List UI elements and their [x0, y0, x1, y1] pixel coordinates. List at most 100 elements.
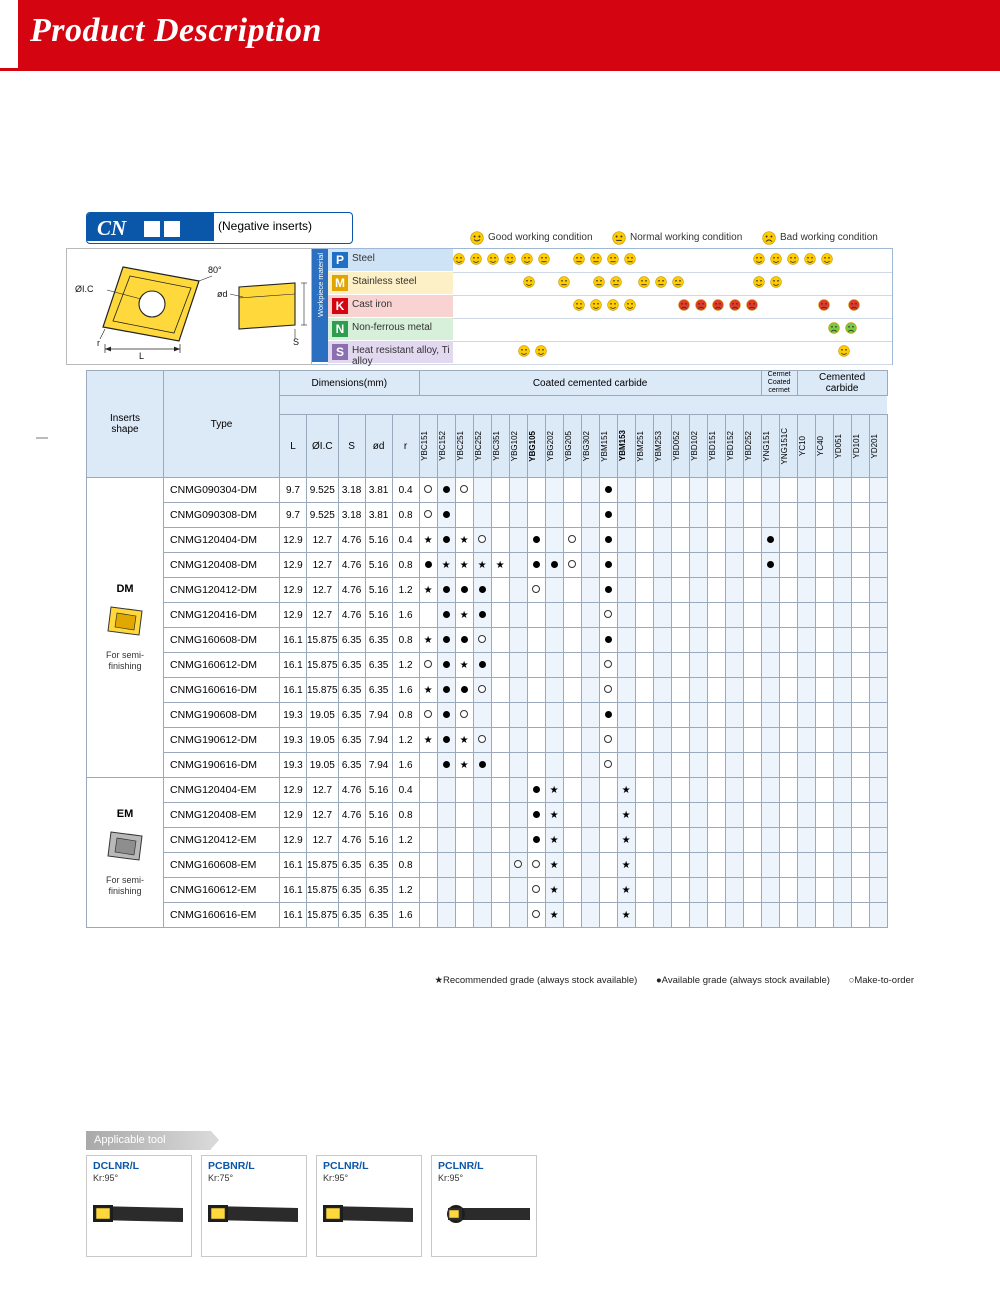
condition-face-normal: [655, 276, 668, 289]
grade-cell-YBM153: [616, 727, 636, 753]
condition-face-good: [770, 253, 783, 266]
grade-cell-YBC252: [472, 877, 492, 903]
row-dim-r: 0.8: [391, 552, 420, 578]
grade-cell-YBG105: [526, 902, 546, 928]
grade-cell-YBC151: [418, 602, 438, 628]
mark-available: [442, 710, 450, 718]
grade-cell-YBM253: [652, 727, 672, 753]
th-grade-YBC152: YBC152: [436, 414, 456, 478]
row-dim-r: 1.6: [391, 602, 420, 628]
condition-face-good: [787, 253, 800, 266]
grade-cell-YBM153: [616, 652, 636, 678]
row-dim-L: 12.9: [279, 577, 307, 603]
grade-cell-YBD151: [706, 577, 726, 603]
row-dim-S: 6.35: [337, 727, 366, 753]
grade-cell-YBD052: [670, 752, 690, 778]
grade-cell-YBM153: [616, 602, 636, 628]
grade-cell-YBC252: [472, 577, 492, 603]
grade-cell-YBD052: [670, 727, 690, 753]
grade-cell-YBD151: [706, 552, 726, 578]
grade-cell-YBD151: [706, 602, 726, 628]
tool-card-2[interactable]: PCLNR/L Kr:95°: [316, 1155, 422, 1257]
row-dim-L: 12.9: [279, 802, 307, 828]
grade-cell-YBD151: [706, 902, 726, 928]
table-row: CNMG090308-DM 9.7 9.525 3.18 3.81 0.8: [87, 502, 888, 528]
grade-cell-YBG105: [526, 852, 546, 878]
grade-cell-YBM153: [616, 627, 636, 653]
row-type-label: CNMG160612-DM: [163, 652, 280, 678]
tool-card-3[interactable]: PCLNR/L Kr:95°: [431, 1155, 537, 1257]
grade-cell-YBD052: [670, 552, 690, 578]
grade-cell-YD201: [868, 852, 888, 878]
row-type-label: CNMG160616-EM: [163, 902, 280, 928]
grade-cell-YBD052: [670, 677, 690, 703]
grade-cell-YD051: [832, 752, 852, 778]
grade-cell-YBC151: [418, 702, 438, 728]
grade-cell-YBC251: [454, 627, 474, 653]
mark-recommended: ★: [477, 559, 487, 571]
grade-cell-YNG151: [760, 477, 780, 503]
grade-cell-YBC151: ★: [418, 677, 438, 703]
mark-available: [460, 585, 468, 593]
condition-face-bad: [712, 299, 725, 312]
tool-card-0[interactable]: DCLNR/L Kr:95°: [86, 1155, 192, 1257]
insert-shape-icon: [107, 831, 143, 861]
grade-cell-YBG102: [508, 902, 528, 928]
mark-make-to-order: [604, 734, 613, 743]
grade-cell-YBM153: ★: [616, 852, 636, 878]
grade-cell-YBD151: [706, 527, 726, 553]
row-dim-L: 16.1: [279, 652, 307, 678]
table-row: CNMG120404-DM 12.9 12.7 4.76 5.16 0.4 ★ ★: [87, 527, 888, 553]
grade-cell-YBD152: [724, 602, 744, 628]
page-left-marker: [36, 437, 48, 439]
grade-cell-YBC351: [490, 802, 510, 828]
th-cemented: Cemented carbide: [796, 370, 888, 396]
grade-cell-YBG302: [580, 527, 600, 553]
grade-cell-YBC251: [454, 777, 474, 803]
th-dimensions: Dimensions(mm): [279, 370, 420, 396]
workpiece-row-P: P Steel: [328, 249, 892, 273]
shape-cell-DM: DM For semi-finishing: [86, 477, 164, 778]
workpiece-axis-label: Workpiece material: [316, 252, 325, 318]
condition-face-normal: [607, 253, 620, 266]
tool-card-1[interactable]: PCBNR/L Kr:75°: [201, 1155, 307, 1257]
table-row: CNMG160608-DM 16.1 15.875 6.35 6.35 0.8 ★: [87, 627, 888, 653]
grade-cell-YBG302: [580, 627, 600, 653]
grade-cell-YBM153: ★: [616, 902, 636, 928]
workpiece-badge-N: N: [332, 321, 348, 337]
grade-cell-YBC251: ★: [454, 727, 474, 753]
row-type-label: CNMG120412-DM: [163, 577, 280, 603]
grade-cell-YBG105: [526, 702, 546, 728]
grade-cell-YNG151C: [778, 852, 798, 878]
grade-cell-YBD252: [742, 902, 762, 928]
grade-cell-YBD252: [742, 577, 762, 603]
th-grade-YBC252: YBC252: [472, 414, 492, 478]
grade-cell-YD101: [850, 527, 870, 553]
grade-cell-YBC251: ★: [454, 552, 474, 578]
row-dim-L: 19.3: [279, 752, 307, 778]
grade-cell-YBG102: [508, 552, 528, 578]
footnote-available: ●Available grade (always stock available…: [655, 975, 830, 986]
mark-recommended: ★: [495, 559, 505, 571]
grade-cell-YNG151: [760, 527, 780, 553]
condition-face-normal: [558, 276, 571, 289]
grade-cell-YBD252: [742, 727, 762, 753]
row-dim-S: 4.76: [337, 802, 366, 828]
grade-cell-YBD152: [724, 902, 744, 928]
grade-cell-YBC252: [472, 827, 492, 853]
grade-cell-YBC151: ★: [418, 627, 438, 653]
mark-recommended: ★: [621, 884, 631, 896]
grade-cell-YBG205: [562, 577, 582, 603]
mark-make-to-order: [604, 659, 613, 668]
grade-cell-YBD102: [688, 677, 708, 703]
grade-cell-YBM251: [634, 852, 654, 878]
table-row: CNMG120408-EM 12.9 12.7 4.76 5.16 0.8 ★ ★: [87, 802, 888, 828]
table-row: CNMG160616-EM 16.1 15.875 6.35 6.35 1.6 ★ ★: [87, 902, 888, 928]
row-dim-d: 6.35: [364, 852, 393, 878]
row-dim-IC: 15.875: [306, 677, 339, 703]
grade-cell-YBG205: [562, 652, 582, 678]
grade-cell-YBG102: [508, 627, 528, 653]
grade-cell-YBG202: ★: [544, 777, 564, 803]
workpiece-row-M: M Stainless steel: [328, 272, 892, 296]
workpiece-name-M: Stainless steel: [352, 276, 417, 287]
